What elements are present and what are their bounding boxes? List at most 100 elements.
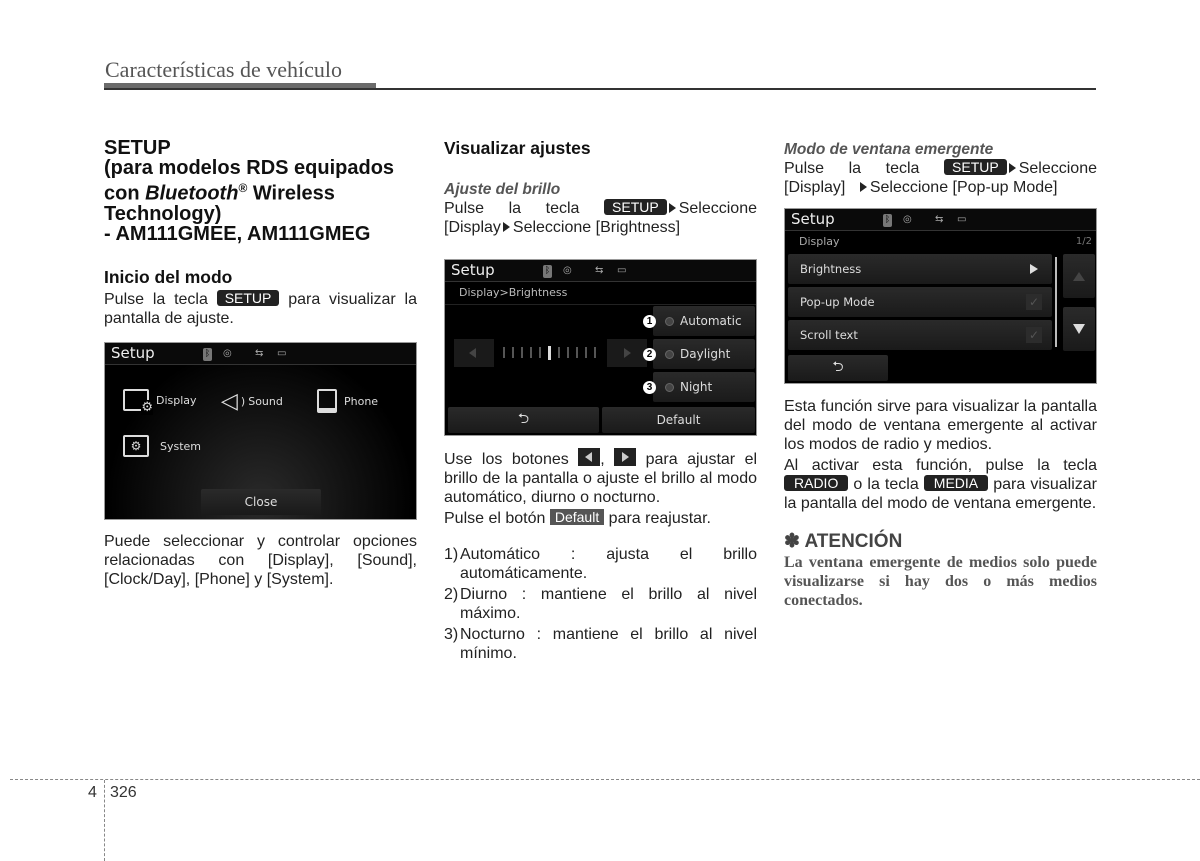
close-button[interactable]: Close (201, 489, 321, 515)
back-button[interactable]: ⮌ (448, 407, 599, 433)
left-button-icon (578, 448, 601, 466)
sub-title: Modo de ventana emergente (784, 141, 994, 158)
brightness-increase-button[interactable] (607, 339, 647, 367)
screen-status-bar: Setup ᛒ ◎ ⇆ ▭ (445, 260, 756, 282)
option-label: Automatic (680, 314, 742, 328)
row-label: Scroll text (800, 328, 858, 342)
menu-system[interactable]: ⚙ System (123, 435, 201, 457)
text: Seleccione [Brightness] (512, 219, 681, 236)
checkbox[interactable]: ✓ (1026, 294, 1042, 310)
option-automatic[interactable]: Automatic (653, 306, 755, 336)
text: Use los botones (444, 451, 569, 468)
brightness-decrease-button[interactable] (454, 339, 494, 367)
system-folder-icon: ⚙ (123, 435, 149, 457)
paragraph: Puede seleccionar y controlar opciones r… (104, 533, 417, 588)
heading-text: Wireless (247, 182, 335, 205)
callout-number: 3 (643, 381, 656, 394)
menu-phone[interactable]: Phone (317, 389, 378, 413)
section-title: Visualizar ajustes (444, 138, 591, 158)
setup-key-label: SETUP (944, 159, 1007, 175)
phone-icon (317, 389, 337, 413)
default-key-label: Default (549, 509, 605, 525)
list-item: 3) Nocturno : mantiene el brillo al nivel… (444, 625, 757, 663)
brightness-slider[interactable] (503, 346, 596, 360)
menu-sound[interactable]: ◁ ) Sound (221, 389, 283, 414)
arrow-right-icon (1030, 264, 1038, 274)
aux-icon: ▭ (957, 214, 967, 225)
brightness-tick (539, 347, 541, 358)
callout-number: 1 (643, 315, 656, 328)
list-item: 2) Diurno : mantiene el brillo al nivel m… (444, 585, 757, 623)
heading-line: SETUP (104, 137, 171, 159)
brightness-tick (594, 347, 596, 358)
list-num: 1) (444, 546, 459, 563)
screen-title: Setup (111, 344, 155, 362)
brightness-tick (512, 347, 514, 358)
default-button[interactable]: Default (602, 407, 755, 433)
bluetooth-icon: ᛒ (543, 265, 552, 278)
menu-label: Sound (248, 395, 283, 408)
disc-icon: ◎ (903, 214, 912, 225)
scroll-up-button[interactable] (1063, 254, 1095, 298)
option-label: Night (680, 380, 713, 394)
callout-number: 2 (643, 348, 656, 361)
radio-dot (665, 316, 674, 326)
text: Seleccione [Pop-up Mode] (869, 179, 1058, 196)
text: , (600, 451, 605, 468)
page-indicator: 1/2 (1075, 236, 1092, 247)
text: Pulse la tecla (104, 290, 208, 308)
column-3-lower: Esta función sirve para visualizar la pa… (784, 397, 1097, 610)
column-3: Modo de ventana emergente Pulse la tecla… (784, 140, 1097, 197)
arrow-down-icon (1073, 324, 1085, 334)
option-label: Daylight (680, 347, 731, 361)
usb-icon: ⇆ (595, 265, 604, 276)
text: Al activar esta función, pulse la tecla (784, 457, 1097, 474)
row-brightness[interactable]: Brightness (788, 254, 1052, 284)
attention-title: ✽ ATENCIÓN (784, 531, 903, 552)
menu-display[interactable]: ⚙ Display (123, 389, 197, 415)
header-rule (104, 88, 1096, 90)
screen-subtitle: Display (799, 235, 840, 248)
heading-text: con (104, 182, 146, 205)
paragraph: Pulse la tecla SETUP Seleccione [Display S… (444, 199, 757, 237)
option-list: 1) Automático : ajusta el brillo automáti… (444, 545, 757, 663)
radio-key-label: RADIO (784, 475, 849, 491)
setup-screen: Setup ᛒ ◎ ⇆ ▭ ⚙ Display ◁ ) Sound Phone … (104, 342, 417, 520)
heading-line: - AM111GMEE, AM111GMEG (104, 222, 371, 245)
list-text: Nocturno : mantiene el brillo al nivel m… (460, 626, 757, 662)
bluetooth-icon: ᛒ (203, 348, 212, 361)
column-1-lower: Puede seleccionar y controlar opciones r… (104, 532, 417, 589)
back-button[interactable]: ⮌ (788, 355, 888, 381)
heading-line: Technology) (104, 202, 222, 225)
scrollbar[interactable] (1055, 257, 1057, 347)
scroll-down-button[interactable] (1063, 307, 1095, 351)
media-key-label: MEDIA (923, 475, 989, 491)
row-popup-mode[interactable]: Pop-up Mode ✓ (788, 287, 1052, 317)
paragraph: Pulse la tecla SETUP Seleccione [Display]… (784, 159, 1097, 197)
list-num: 3) (444, 626, 459, 643)
divider (445, 304, 756, 305)
brightness-screen: Setup ᛒ ◎ ⇆ ▭ Display>Brightness Automat… (444, 259, 757, 436)
option-night[interactable]: Night (653, 372, 755, 402)
paragraph: Pulse el botón Default para reajustar. (444, 509, 757, 528)
paragraph: Pulse la tecla SETUP para visualizar la … (104, 289, 417, 328)
arrow-right-icon (1008, 163, 1016, 173)
brightness-tick (558, 347, 560, 358)
text: Pulse el botón (444, 510, 546, 527)
column-1: SETUP (para modelos RDS equipados con Bl… (104, 138, 417, 328)
row-label: Brightness (800, 262, 862, 276)
option-daylight[interactable]: Daylight (653, 339, 755, 369)
breadcrumb: Display>Brightness (459, 286, 568, 299)
row-scroll-text[interactable]: Scroll text ✓ (788, 320, 1052, 350)
paragraph: Esta función sirve para visualizar la pa… (784, 398, 1097, 453)
checkbox[interactable]: ✓ (1026, 327, 1042, 343)
usb-icon: ⇆ (255, 348, 264, 359)
return-icon: ⮌ (832, 359, 844, 375)
arrow-right-icon (624, 348, 631, 358)
setup-key-label: SETUP (216, 289, 280, 306)
screen-title: Setup (791, 210, 835, 228)
usb-icon: ⇆ (935, 214, 944, 225)
text: Pulse la tecla (444, 200, 580, 217)
paragraph: Use los botones , para ajustar el brillo… (444, 448, 757, 507)
brightness-tick (530, 347, 532, 358)
